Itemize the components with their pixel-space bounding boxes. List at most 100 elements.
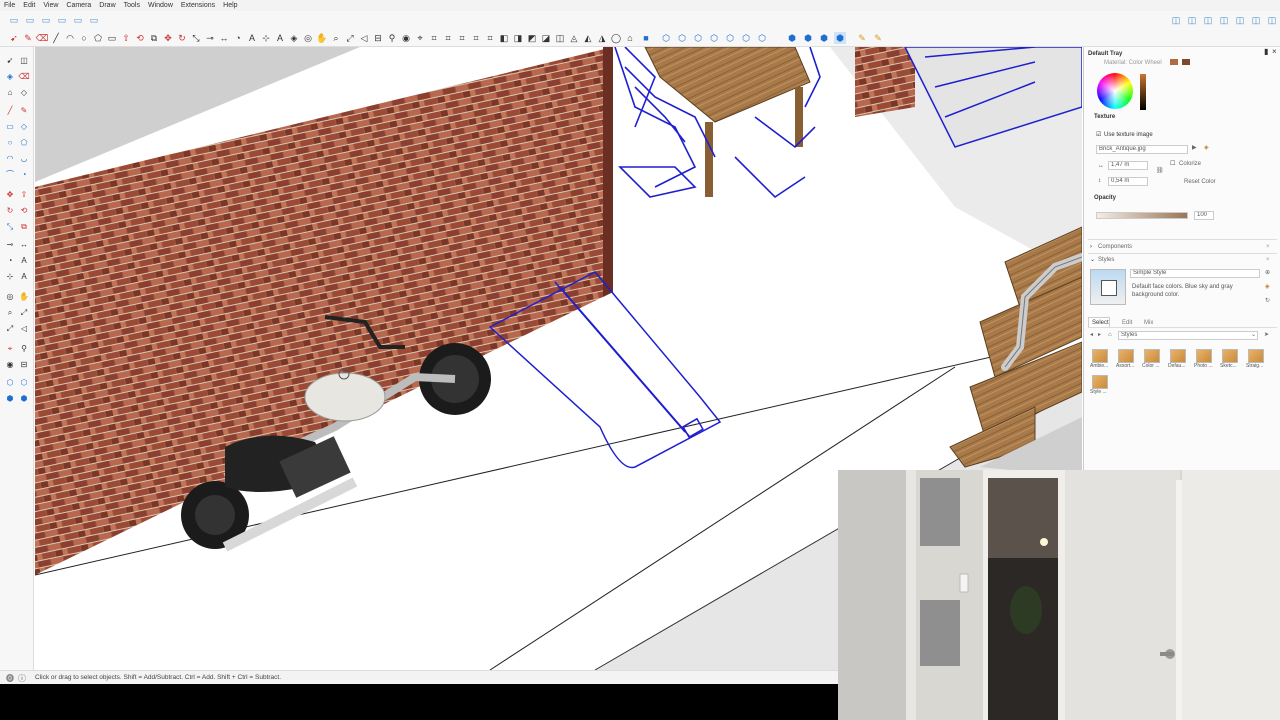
back-icon[interactable]: ◂	[1090, 331, 1093, 339]
extension-warehouse-icon[interactable]: ■	[640, 32, 652, 44]
tape-measure-icon[interactable]: ⊸	[204, 32, 216, 44]
solid-tools-icon-5[interactable]: ◫	[554, 32, 566, 44]
style-thumb-photo[interactable]	[1196, 349, 1212, 363]
extension-icon-1[interactable]: ✎	[856, 32, 868, 44]
rotate-icon[interactable]: ↻	[176, 32, 188, 44]
arc-tool-icon[interactable]: ◠	[4, 153, 16, 165]
circle-tool-icon[interactable]: ○	[4, 137, 16, 149]
freehand-icon[interactable]: ✎	[18, 105, 30, 117]
zoom-window-icon[interactable]: ⤢	[18, 307, 30, 319]
sandbox-icon-3[interactable]: ⌗	[456, 32, 468, 44]
rectangle-tool-icon[interactable]: ▭	[4, 121, 16, 133]
view-iso-icon[interactable]: ⬡	[660, 32, 672, 44]
solid-tools-icon-2[interactable]: ◨	[512, 32, 524, 44]
view-right-icon[interactable]: ⬡	[708, 32, 720, 44]
style-thumb-sketchy[interactable]	[1222, 349, 1238, 363]
home-icon[interactable]: ⌂	[1108, 331, 1112, 339]
save-icon[interactable]: ▭	[40, 14, 52, 26]
solid-tools-icon-7[interactable]: ◭	[582, 32, 594, 44]
previous-tool-icon[interactable]: ◁	[18, 323, 30, 335]
dropdown-chevron-icon[interactable]: ⌄	[1251, 331, 1256, 339]
dining-table-top[interactable]	[644, 47, 811, 123]
three-point-arc-icon[interactable]: ⌒	[4, 169, 16, 181]
xray-icon[interactable]: ⬡	[756, 32, 768, 44]
create-style-icon[interactable]: ⊕	[1265, 269, 1270, 277]
menu-help[interactable]: Help	[223, 0, 237, 11]
pencil-icon[interactable]: ✎	[22, 32, 34, 44]
sandbox-icon-2[interactable]: ⌗	[442, 32, 454, 44]
view-front-icon[interactable]: ⬡	[692, 32, 704, 44]
pan-tool-icon[interactable]: ✋	[18, 291, 30, 303]
color-picker-header[interactable]: Material: Color Wheel	[1104, 59, 1162, 67]
components-panel-header[interactable]: Components	[1098, 243, 1132, 251]
menu-camera[interactable]: Camera	[66, 0, 91, 11]
move-icon[interactable]: ✥	[162, 32, 174, 44]
rectangle-icon[interactable]: ▭	[106, 32, 118, 44]
close-icon[interactable]: ×	[1272, 48, 1277, 56]
reset-color-label[interactable]: Reset Color	[1184, 178, 1216, 186]
styles-chevron-icon[interactable]: ⌄	[1090, 256, 1095, 264]
view-top-icon[interactable]: ⬡	[676, 32, 688, 44]
paste-icon[interactable]: ▭	[88, 14, 100, 26]
components-chevron-icon[interactable]: ›	[1090, 243, 1092, 251]
panel-icon-5[interactable]: ◫	[1250, 14, 1262, 26]
style-thumb-assorted[interactable]	[1118, 349, 1134, 363]
3d-text-tool-icon[interactable]: A	[18, 271, 30, 283]
solid-tools-icon-3[interactable]: ◩	[526, 32, 538, 44]
scale-icon[interactable]: ⤡	[190, 32, 202, 44]
section-display-icon[interactable]: ⬡	[4, 377, 16, 389]
pan-icon[interactable]: ✋	[316, 32, 328, 44]
position-camera-icon[interactable]: ⌖	[414, 32, 426, 44]
zoom-extents-tool-icon[interactable]: ⤢	[4, 323, 16, 335]
section-fill-icon[interactable]: ⬢	[4, 393, 16, 405]
walk-tool-icon[interactable]: ⚲	[18, 343, 30, 355]
view-left-icon[interactable]: ⬡	[740, 32, 752, 44]
style-thumb-style[interactable]	[1092, 375, 1108, 389]
menu-tools[interactable]: Tools	[124, 0, 140, 11]
text-tool-icon[interactable]: A	[18, 255, 30, 267]
section-cut-icon[interactable]: ⬡	[18, 377, 30, 389]
details-arrow-icon[interactable]: ➤	[1264, 331, 1269, 339]
zoom-tool-icon[interactable]: ⌕	[4, 307, 16, 319]
color-wheel[interactable]	[1097, 73, 1133, 109]
zoom-icon[interactable]: ⌕	[330, 32, 342, 44]
move-tool-icon[interactable]: ✥	[4, 189, 16, 201]
look-around-icon[interactable]: ◉	[400, 32, 412, 44]
scale-tool-icon[interactable]: ⤡	[4, 221, 16, 233]
texture-edit-icon[interactable]: ◈	[1204, 144, 1209, 152]
tray-toggle-icon[interactable]: ◫	[1170, 14, 1182, 26]
sandbox-icon-1[interactable]: ⌗	[428, 32, 440, 44]
orbit-icon[interactable]: ◎	[302, 32, 314, 44]
push-pull-icon[interactable]: ⇧	[120, 32, 132, 44]
position-camera-tool-icon[interactable]: ⌖	[4, 343, 16, 355]
panel-icon-1[interactable]: ◫	[1186, 14, 1198, 26]
look-around-tool-icon[interactable]: ◉	[4, 359, 16, 371]
style-name-field[interactable]: Simple Style	[1130, 269, 1260, 278]
section-tool-icon[interactable]: ⊟	[18, 359, 30, 371]
lock-aspect-icon[interactable]: ⛓	[1156, 167, 1164, 175]
solid-tools-icon-9[interactable]: ◯	[610, 32, 622, 44]
update-style-icon[interactable]: ◈	[1265, 283, 1270, 291]
offset-tool-icon[interactable]: ⧉	[18, 221, 30, 233]
menu-edit[interactable]: Edit	[23, 0, 35, 11]
orbit-tool-icon[interactable]: ◎	[4, 291, 16, 303]
offset-icon[interactable]: ⧉	[148, 32, 160, 44]
style-description[interactable]: Default face colors. Blue sky and gray b…	[1132, 283, 1258, 299]
select-tool-icon[interactable]: ➹	[4, 55, 16, 67]
paint-bucket-icon[interactable]: ◈	[288, 32, 300, 44]
styles-close-icon[interactable]: ×	[1266, 256, 1270, 264]
texture-file-field[interactable]: Brick_Antique.jpg	[1096, 145, 1188, 154]
sandbox-icon-5[interactable]: ⌗	[484, 32, 496, 44]
sandbox-icon-4[interactable]: ⌗	[470, 32, 482, 44]
eraser-tool-icon[interactable]: ⌫	[18, 71, 30, 83]
rotate-tool-icon[interactable]: ↻	[4, 205, 16, 217]
menu-window[interactable]: Window	[148, 0, 173, 11]
arc-icon[interactable]: ◠	[64, 32, 76, 44]
info-icon[interactable]: ⓿	[6, 673, 14, 684]
panel-icon-2[interactable]: ◫	[1202, 14, 1214, 26]
use-texture-checkbox[interactable]: ☑	[1096, 131, 1101, 139]
menu-extensions[interactable]: Extensions	[181, 0, 215, 11]
warehouse-icon[interactable]: ⌂	[624, 32, 636, 44]
new-file-icon[interactable]: ▭	[8, 14, 20, 26]
wireframe-icon[interactable]: ⬢	[786, 32, 798, 44]
